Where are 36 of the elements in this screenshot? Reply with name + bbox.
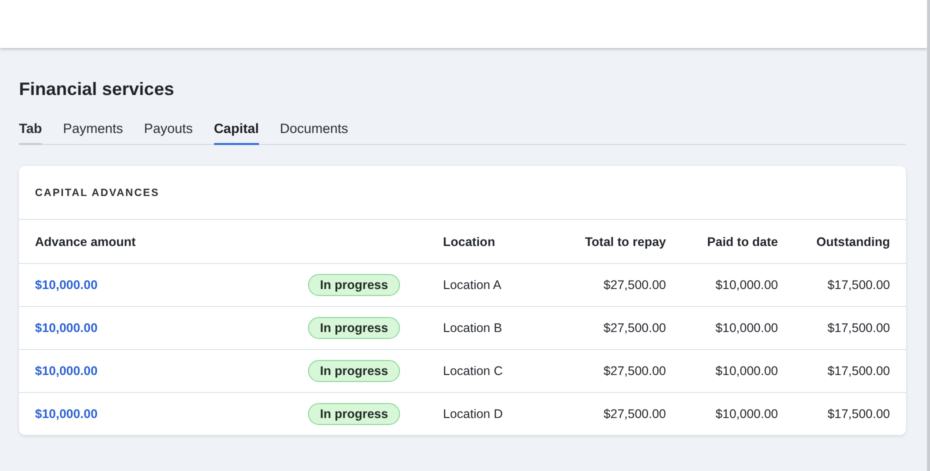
tab[interactable]: Payments [63, 121, 124, 145]
table-cell-text: Location C [443, 364, 504, 378]
table-cell: $17,500.00 [827, 407, 890, 421]
column-header: Paid to date [707, 234, 778, 248]
table-cell: $10,000.00 [715, 364, 778, 378]
table-cell: $10,000.00 [715, 321, 778, 335]
table-cell: $27,500.00 [603, 407, 666, 421]
table-cell: $27,500.00 [603, 278, 666, 292]
tab[interactable]: Capital [214, 121, 259, 145]
page-title: Financial services [19, 78, 176, 100]
status-badge: In progress [308, 274, 400, 296]
status-badge: In progress [308, 360, 400, 382]
amount-link[interactable]: $10,000.00 [35, 364, 98, 378]
column-header: Location [443, 234, 496, 248]
table-cell: $17,500.00 [827, 278, 890, 292]
tab[interactable]: Documents [280, 121, 348, 145]
tab[interactable]: Payouts [144, 121, 193, 145]
amount-link[interactable]: $10,000.00 [35, 407, 98, 421]
table-cell: $17,500.00 [827, 321, 890, 335]
amount-link[interactable]: $10,000.00 [35, 321, 98, 335]
table-cell: $27,500.00 [603, 321, 666, 335]
column-header: Total to repay [584, 234, 666, 248]
column-header: Advance amount [35, 234, 137, 248]
tab[interactable]: Tab [19, 121, 42, 145]
table-cell-text: Location D [443, 407, 504, 421]
table-cell: $17,500.00 [827, 364, 890, 378]
status-badge: In progress [308, 317, 400, 339]
table-cell: $10,000.00 [715, 278, 778, 292]
table-cell-text: Location B [443, 321, 504, 335]
column-header: Outstanding [816, 234, 890, 248]
status-badge: In progress [308, 403, 400, 425]
table-cell: $10,000.00 [715, 407, 778, 421]
table-cell-text: Location A [443, 278, 502, 292]
card-title: CAPITAL ADVANCES [35, 186, 160, 198]
amount-link[interactable]: $10,000.00 [35, 278, 98, 292]
table-cell: $27,500.00 [603, 364, 666, 378]
